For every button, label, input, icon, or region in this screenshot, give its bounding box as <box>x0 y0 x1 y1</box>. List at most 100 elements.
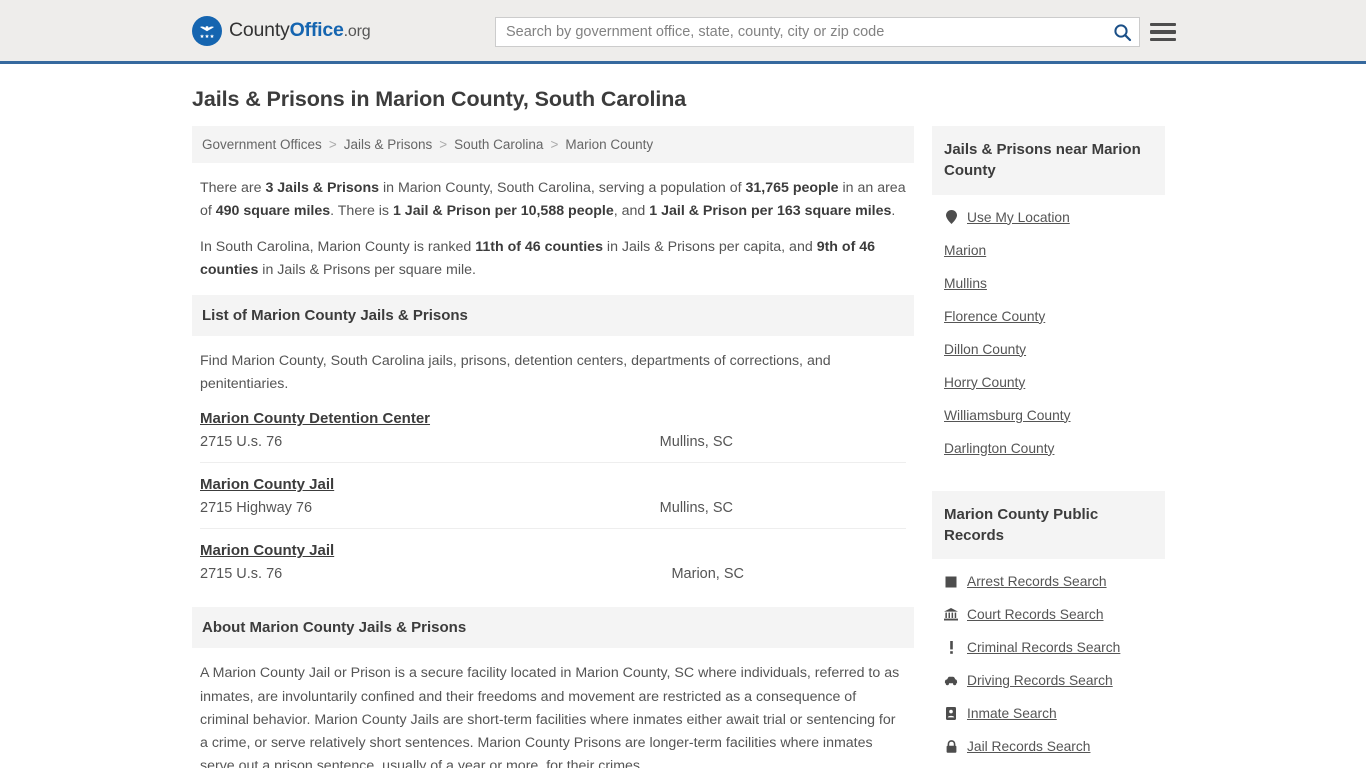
facility-city: Marion, SC <box>671 566 744 583</box>
facility-city: Mullins, SC <box>659 434 733 451</box>
site-logo[interactable]: CountyOffice.org <box>192 15 371 46</box>
page-body: Jails & Prisons in Marion County, South … <box>0 87 1366 768</box>
intro-paragraph-ranking: In South Carolina, Marion County is rank… <box>200 236 906 282</box>
lock-icon <box>944 740 958 753</box>
breadcrumb-separator: > <box>550 137 559 152</box>
about-section-heading: About Marion County Jails & Prisons <box>192 607 914 649</box>
sidebar: Jails & Prisons near Marion County Use M… <box>932 126 1165 767</box>
breadcrumb-separator: > <box>439 137 448 152</box>
sidebar-link-label: Williamsburg County <box>944 407 1071 423</box>
map-pin-icon <box>944 210 958 225</box>
sidebar-link-label: Use My Location <box>967 209 1070 225</box>
stat-area: 490 square miles <box>215 203 331 219</box>
facility-name-link[interactable]: Marion County Jail <box>200 476 334 493</box>
intro-p1-s2: in Marion County, South Carolina, servin… <box>379 180 746 196</box>
fingerprint-icon <box>944 576 958 588</box>
sidebar-link-use-my-location[interactable]: Use My Location <box>944 201 1153 234</box>
stat-facility-count: 3 Jails & Prisons <box>265 180 380 196</box>
facility-detail-line: 2715 Highway 76 Mullins, SC <box>200 500 906 516</box>
about-section-body: A Marion County Jail or Prison is a secu… <box>200 665 900 768</box>
id-badge-icon <box>944 707 958 721</box>
facility-row: Marion County Jail 2715 U.s. 76 Marion, … <box>200 529 906 594</box>
sidebar-link-label: Dillon County <box>944 341 1027 357</box>
facility-name-link[interactable]: Marion County Jail <box>200 542 334 559</box>
sidebar-link-court-records-search[interactable]: Court Records Search <box>944 598 1153 631</box>
search-icon <box>1113 23 1131 41</box>
intro-p2-s2: in Jails & Prisons per capita, and <box>602 239 817 255</box>
sidebar-link-arrest-records-search[interactable]: Arrest Records Search <box>944 565 1153 598</box>
sidebar-link-driving-records-search[interactable]: Driving Records Search <box>944 664 1153 697</box>
facility-row: Marion County Jail 2715 Highway 76 Mulli… <box>200 463 906 530</box>
sidebar-link-label: Florence County <box>944 308 1046 324</box>
intro-paragraph-stats: There are 3 Jails & Prisons in Marion Co… <box>200 177 906 223</box>
sidebar-link-label: Inmate Search <box>967 706 1057 722</box>
site-header: CountyOffice.org <box>0 0 1366 64</box>
logo-word-org: .org <box>343 23 371 40</box>
sidebar-link-label: Driving Records Search <box>967 673 1113 689</box>
sidebar-nearby-block: Jails & Prisons near Marion County Use M… <box>932 126 1165 465</box>
sidebar-link-label: Jail Records Search <box>967 739 1091 755</box>
sidebar-link-label: Mullins <box>944 275 987 291</box>
page-title: Jails & Prisons in Marion County, South … <box>192 87 687 111</box>
sidebar-link-florence-county[interactable]: Florence County <box>944 300 1153 333</box>
sidebar-link-criminal-records-search[interactable]: Criminal Records Search <box>944 631 1153 664</box>
facility-name-link[interactable]: Marion County Detention Center <box>200 410 430 427</box>
sidebar-link-marion[interactable]: Marion <box>944 234 1153 267</box>
car-icon <box>944 676 958 686</box>
stat-population: 31,765 people <box>745 180 839 196</box>
intro-p1-s6: . <box>891 203 896 219</box>
sidebar-link-dillon-county[interactable]: Dillon County <box>944 333 1153 366</box>
sidebar-link-mullins[interactable]: Mullins <box>944 267 1153 300</box>
content-columns: Government Offices > Jails & Prisons > S… <box>192 126 1174 768</box>
sidebar-records-links: Arrest Records Search Court Records Sear… <box>932 559 1165 763</box>
list-section-heading: List of Marion County Jails & Prisons <box>192 295 914 336</box>
intro-p1-s1: There are <box>200 180 266 196</box>
sidebar-link-label: Court Records Search <box>967 607 1104 623</box>
facility-address: 2715 U.s. 76 <box>200 566 283 583</box>
breadcrumb-separator: > <box>328 137 337 152</box>
facility-city: Mullins, SC <box>659 500 733 517</box>
search-input[interactable] <box>496 18 1105 46</box>
facility-list: Marion County Detention Center 2715 U.s.… <box>192 397 914 594</box>
facility-address: 2715 Highway 76 <box>200 500 313 517</box>
sidebar-link-jail-records-search[interactable]: Jail Records Search <box>944 730 1153 763</box>
breadcrumb-item-south-carolina[interactable]: South Carolina <box>454 137 543 152</box>
sidebar-link-label: Marion <box>944 242 987 258</box>
facility-address: 2715 U.s. 76 <box>200 434 283 451</box>
hamburger-menu-icon[interactable] <box>1150 19 1176 45</box>
exclamation-icon <box>944 641 958 654</box>
sidebar-link-label: Darlington County <box>944 440 1055 456</box>
intro-p2-s3: in Jails & Prisons per square mile. <box>258 262 476 278</box>
breadcrumb: Government Offices > Jails & Prisons > S… <box>192 126 914 163</box>
facility-detail-line: 2715 U.s. 76 Marion, SC <box>200 566 906 582</box>
facility-row: Marion County Detention Center 2715 U.s.… <box>200 397 906 464</box>
stat-per-people: 1 Jail & Prison per 10,588 people <box>392 203 614 219</box>
sidebar-link-inmate-search[interactable]: Inmate Search <box>944 697 1153 730</box>
breadcrumb-item-marion-county[interactable]: Marion County <box>565 137 653 152</box>
sidebar-nearby-heading: Jails & Prisons near Marion County <box>932 126 1165 195</box>
site-logo-text: CountyOffice.org <box>229 19 371 42</box>
hamburger-bar <box>1150 37 1176 42</box>
breadcrumb-item-government-offices[interactable]: Government Offices <box>202 137 322 152</box>
facility-detail-line: 2715 U.s. 76 Mullins, SC <box>200 434 906 450</box>
logo-word-office: Office <box>289 19 344 41</box>
list-section-description: Find Marion County, South Carolina jails… <box>200 353 831 392</box>
main-column: Government Offices > Jails & Prisons > S… <box>192 126 914 768</box>
breadcrumb-item-jails-prisons[interactable]: Jails & Prisons <box>344 137 433 152</box>
eagle-shield-logo-icon <box>192 15 222 46</box>
intro-p1-s4: . There is <box>330 203 393 219</box>
hamburger-bar <box>1150 22 1176 27</box>
intro-p2-s1: In South Carolina, Marion County is rank… <box>200 239 476 255</box>
sidebar-link-horry-county[interactable]: Horry County <box>944 366 1153 399</box>
sidebar-link-label: Criminal Records Search <box>967 640 1121 656</box>
logo-word-county: County <box>229 19 290 41</box>
stat-rank-per-capita: 11th of 46 counties <box>475 239 603 255</box>
stat-per-square-mile: 1 Jail & Prison per 163 square miles <box>649 203 892 219</box>
search-bar[interactable] <box>495 17 1140 47</box>
search-button[interactable] <box>1105 18 1139 46</box>
sidebar-link-label: Arrest Records Search <box>967 574 1107 590</box>
intro-p1-s5: , and <box>613 203 650 219</box>
sidebar-link-williamsburg-county[interactable]: Williamsburg County <box>944 399 1153 432</box>
intro-text: There are 3 Jails & Prisons in Marion Co… <box>192 163 914 282</box>
sidebar-link-darlington-county[interactable]: Darlington County <box>944 432 1153 465</box>
